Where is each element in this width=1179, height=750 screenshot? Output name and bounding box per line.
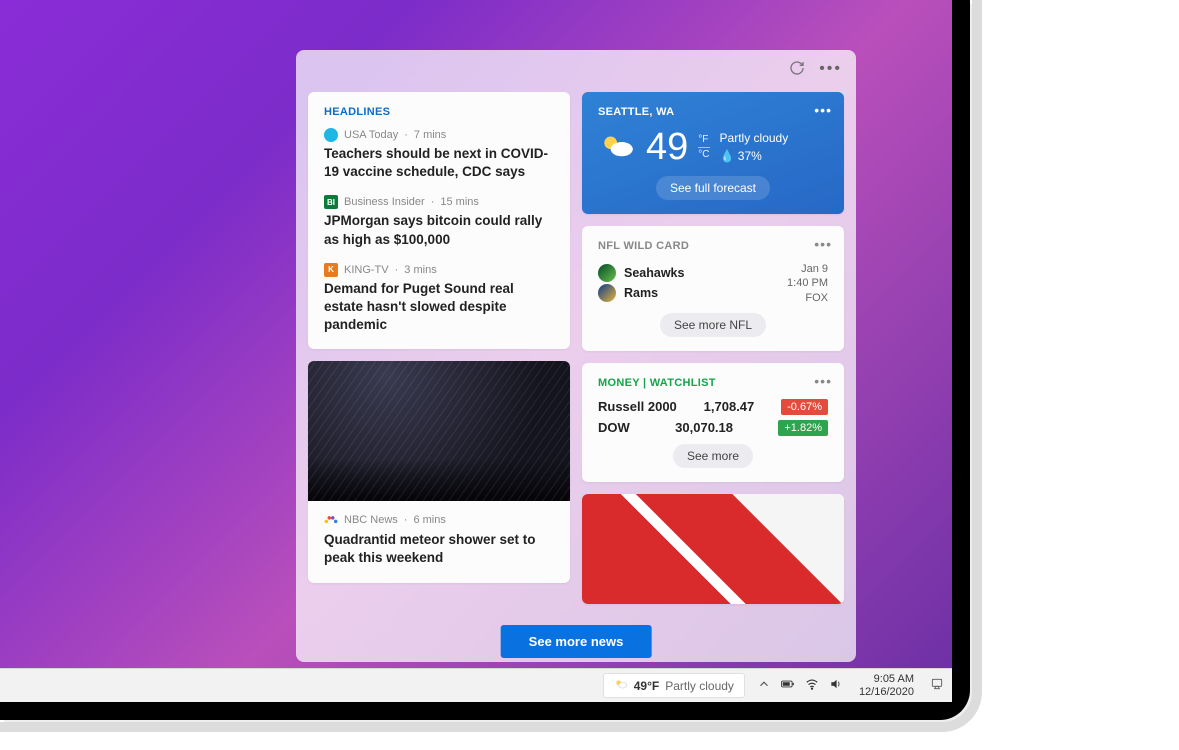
taskbar-condition: Partly cloudy <box>665 679 734 693</box>
refresh-icon[interactable] <box>789 60 805 81</box>
headlines-card: HEADLINES USA Today · 7 mins Teachers sh… <box>308 92 570 349</box>
volume-icon[interactable] <box>829 677 843 694</box>
see-more-nfl-button[interactable]: See more NFL <box>660 313 766 337</box>
seahawks-logo-icon <box>598 264 616 282</box>
news-age: 6 mins <box>413 514 445 526</box>
unit-c: °C <box>698 148 709 161</box>
money-card[interactable]: ••• MONEY | WATCHLIST Russell 2000 1,708… <box>582 363 844 482</box>
news-title: Quadrantid meteor shower set to peak thi… <box>324 531 554 567</box>
source-icon <box>324 128 338 142</box>
ticker-name: Russell 2000 <box>598 399 677 414</box>
game-network: FOX <box>787 291 828 305</box>
money-row[interactable]: Russell 2000 1,708.47 -0.67% <box>598 399 828 415</box>
ticker-price: 1,708.47 <box>704 399 755 414</box>
weather-location: SEATTLE, WA <box>598 106 828 118</box>
see-more-money-button[interactable]: See more <box>673 444 753 468</box>
change-badge: -0.67% <box>781 399 828 415</box>
nfl-card[interactable]: ••• NFL WILD CARD Seahawks Rams Jan 9 1:… <box>582 226 844 351</box>
weather-icon <box>614 677 628 694</box>
notifications-icon[interactable] <box>930 677 944 694</box>
headlines-title: HEADLINES <box>324 106 554 118</box>
nfl-title: NFL WILD CARD <box>598 240 828 252</box>
card-more-icon[interactable]: ••• <box>814 236 832 252</box>
game-date: Jan 9 <box>787 262 828 276</box>
money-title: MONEY | WATCHLIST <box>598 377 828 389</box>
news-age: 3 mins <box>404 264 436 276</box>
news-source: Business Insider <box>344 196 425 208</box>
rams-logo-icon <box>598 284 616 302</box>
taskbar-date: 12/16/2020 <box>859 686 914 698</box>
photo-news-card[interactable]: NBC News · 6 mins Quadrantid meteor show… <box>308 361 570 583</box>
ticker-price: 30,070.18 <box>675 420 733 435</box>
news-source: KING-TV <box>344 264 389 276</box>
unit-f: °F <box>698 133 709 148</box>
source-icon: BI <box>324 195 338 209</box>
weather-icon <box>598 131 636 164</box>
weather-precip: 💧 37% <box>720 147 789 165</box>
card-more-icon[interactable]: ••• <box>814 373 832 389</box>
weather-card[interactable]: ••• SEATTLE, WA 49 °F °C Partly cloudy 💧… <box>582 92 844 214</box>
ticker-name: DOW <box>598 420 630 435</box>
game-time: 1:40 PM <box>787 276 828 290</box>
taskbar: 49°F Partly cloudy 9:05 AM 12/16/2020 <box>0 668 952 702</box>
news-title: Teachers should be next in COVID-19 vacc… <box>324 145 554 181</box>
image-card[interactable] <box>582 494 844 604</box>
change-badge: +1.82% <box>778 420 828 436</box>
widgets-panel: ••• HEADLINES USA Today · 7 mins Teacher… <box>296 50 856 662</box>
see-forecast-button[interactable]: See full forecast <box>656 176 770 200</box>
team-name: Rams <box>624 286 658 300</box>
taskbar-time: 9:05 AM <box>859 673 914 685</box>
news-title: JPMorgan says bitcoin could rally as hig… <box>324 212 554 248</box>
battery-icon[interactable] <box>781 677 795 694</box>
news-age: 15 mins <box>440 196 479 208</box>
money-row[interactable]: DOW 30,070.18 +1.82% <box>598 420 828 436</box>
news-item[interactable]: USA Today · 7 mins Teachers should be ne… <box>324 128 554 181</box>
panel-more-icon[interactable]: ••• <box>819 60 842 81</box>
nbc-icon <box>324 513 338 528</box>
card-image <box>582 494 844 604</box>
news-title: Demand for Puget Sound real estate hasn'… <box>324 280 554 335</box>
news-source: NBC News <box>344 514 398 526</box>
source-icon: K <box>324 263 338 277</box>
taskbar-weather[interactable]: 49°F Partly cloudy <box>603 673 745 698</box>
weather-condition: Partly cloudy <box>720 129 789 147</box>
desktop: ••• HEADLINES USA Today · 7 mins Teacher… <box>0 0 970 720</box>
wifi-icon[interactable] <box>805 677 819 694</box>
tray-expand-icon[interactable] <box>757 677 771 694</box>
news-image <box>308 361 570 501</box>
news-item[interactable]: K KING-TV · 3 mins Demand for Puget Soun… <box>324 263 554 335</box>
see-more-news-button[interactable]: See more news <box>501 625 652 658</box>
taskbar-temp: 49°F <box>634 679 659 693</box>
weather-temp: 49 <box>646 128 688 166</box>
news-item[interactable]: BI Business Insider · 15 mins JPMorgan s… <box>324 195 554 248</box>
taskbar-clock[interactable]: 9:05 AM 12/16/2020 <box>859 673 914 697</box>
team-name: Seahawks <box>624 266 684 280</box>
news-age: 7 mins <box>414 129 446 141</box>
news-source: USA Today <box>344 129 398 141</box>
card-more-icon[interactable]: ••• <box>814 102 832 118</box>
